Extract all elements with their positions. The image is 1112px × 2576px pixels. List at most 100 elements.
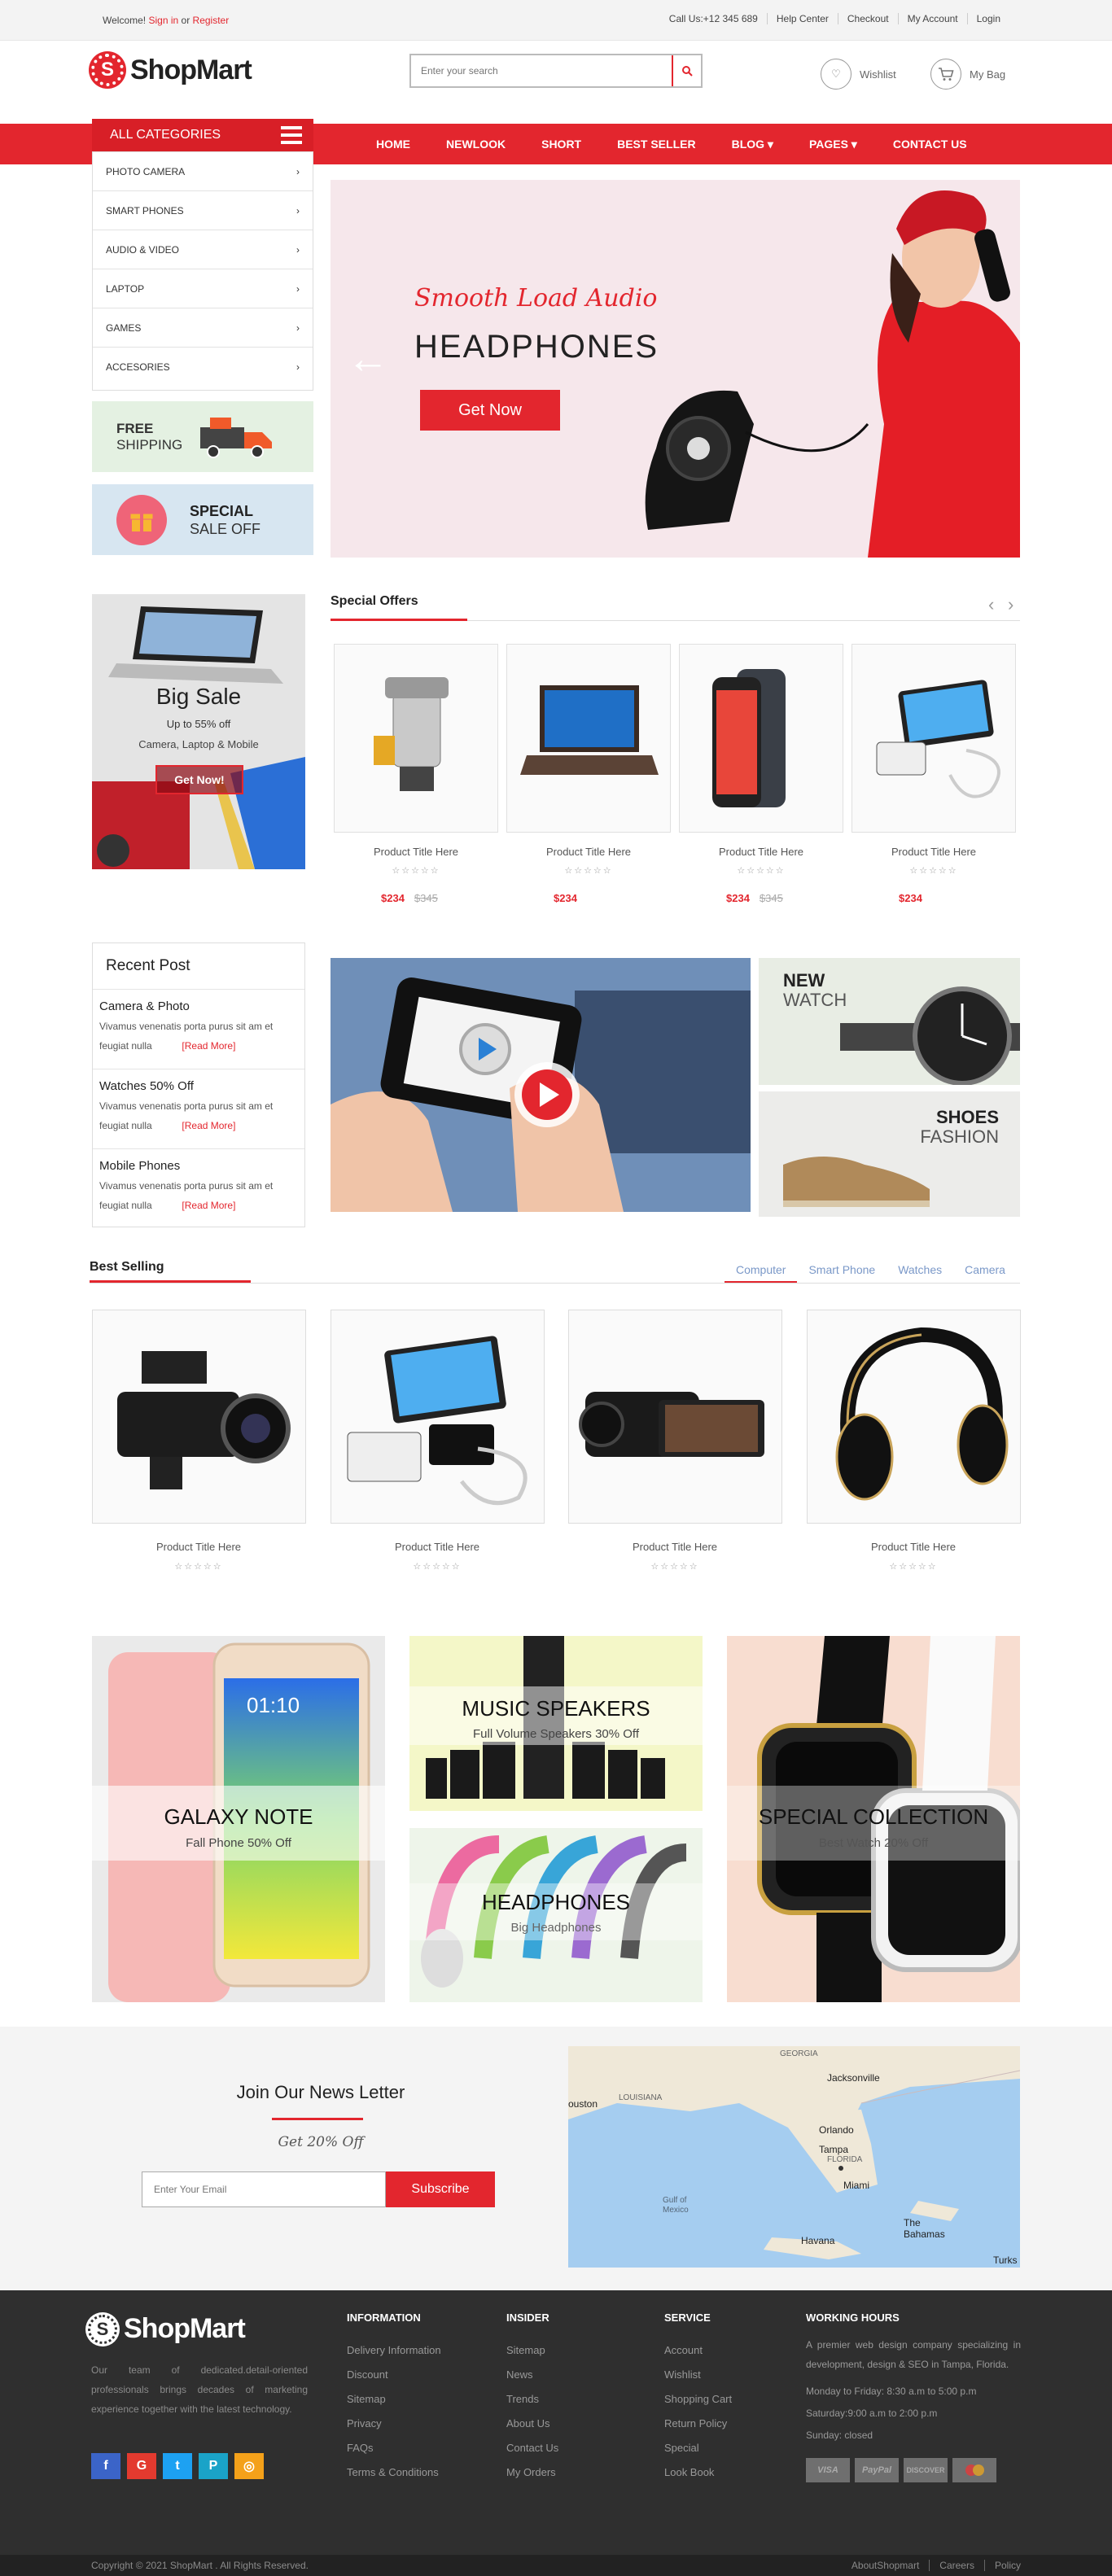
post-title[interactable]: Watches 50% Off [99, 1079, 298, 1093]
category-item[interactable]: SMART PHONES › [93, 191, 313, 230]
instagram-icon[interactable]: ◎ [234, 2453, 264, 2479]
big-sale-banner[interactable]: Big Sale Up to 55% off Camera, Laptop & … [92, 594, 305, 869]
bag-link[interactable]: My Bag [930, 59, 1005, 90]
recent-post-item[interactable]: Mobile Phones Vivamus venenatis porta pu… [93, 1148, 304, 1228]
product-card[interactable] [334, 644, 498, 833]
footer-link[interactable]: FAQs [347, 2436, 441, 2460]
product-card[interactable] [506, 644, 671, 833]
category-item[interactable]: ACCESORIES › [93, 348, 313, 387]
arrow-left-icon[interactable]: ← [347, 335, 389, 383]
footer-link[interactable]: My Orders [506, 2460, 558, 2485]
footer-link[interactable]: Account [664, 2338, 732, 2363]
recent-post-item[interactable]: Camera & Photo Vivamus venenatis porta p… [93, 989, 304, 1069]
chevron-right-icon[interactable]: › [1008, 594, 1013, 615]
product-title[interactable]: Product Title Here [355, 1541, 519, 1553]
hero-cta-button[interactable]: Get Now [420, 390, 560, 431]
about-link[interactable]: AboutShopmart [842, 2560, 929, 2571]
help-center-link[interactable]: Help Center [766, 13, 838, 24]
big-sale-cta[interactable]: Get Now! [155, 765, 243, 794]
twitter-icon[interactable]: t [163, 2453, 192, 2479]
post-title[interactable]: Mobile Phones [99, 1159, 298, 1173]
music-speakers-banner[interactable]: MUSIC SPEAKERS Full Volume Speakers 30% … [409, 1636, 703, 1811]
galaxy-note-banner[interactable]: 01:10 GALAXY NOTE Fall Phone 50% Off [92, 1636, 385, 2002]
read-more-link[interactable]: [Read More] [182, 1120, 235, 1131]
my-account-link[interactable]: My Account [897, 13, 967, 24]
recent-post-item[interactable]: Watches 50% Off Vivamus venenatis porta … [93, 1069, 304, 1148]
nav-contact-us[interactable]: CONTACT US [875, 138, 985, 151]
video-banner[interactable] [331, 958, 751, 1212]
footer-link[interactable]: Special [664, 2436, 732, 2460]
footer-link[interactable]: About Us [506, 2412, 558, 2436]
search-input[interactable] [411, 55, 672, 86]
product-card[interactable] [568, 1310, 782, 1524]
post-title[interactable]: Camera & Photo [99, 999, 298, 1013]
pinterest-icon[interactable]: P [199, 2453, 228, 2479]
category-item[interactable]: AUDIO & VIDEO › [93, 230, 313, 269]
login-link[interactable]: Login [966, 13, 1009, 24]
footer-link[interactable]: Sitemap [506, 2338, 558, 2363]
shoes-banner[interactable]: SHOES FASHION [759, 1091, 1020, 1217]
nav-pages[interactable]: PAGES ▾ [791, 138, 875, 151]
nav-home[interactable]: HOME [358, 138, 428, 151]
footer-link[interactable]: Terms & Conditions [347, 2460, 441, 2485]
footer-link[interactable]: Contact Us [506, 2436, 558, 2460]
footer-link[interactable]: Privacy [347, 2412, 441, 2436]
nav-blog[interactable]: BLOG ▾ [714, 138, 791, 151]
special-sale-promo[interactable]: SPECIAL SALE OFF [92, 484, 313, 555]
sign-in-link[interactable]: Sign in [148, 15, 178, 26]
nav-best-seller[interactable]: BEST SELLER [599, 138, 713, 151]
category-item[interactable]: LAPTOP › [93, 269, 313, 308]
subscribe-button[interactable]: Subscribe [386, 2171, 495, 2207]
footer-link[interactable]: Shopping Cart [664, 2387, 732, 2412]
all-categories-toggle[interactable]: ALL CATEGORIES [92, 119, 313, 151]
tab-smart-phone[interactable]: Smart Phone [797, 1263, 887, 1283]
category-item[interactable]: GAMES › [93, 308, 313, 348]
footer-logo[interactable]: S ShopMart [88, 2313, 246, 2345]
footer-link[interactable]: Wishlist [664, 2363, 732, 2387]
careers-link[interactable]: Careers [929, 2560, 984, 2571]
wishlist-link[interactable]: ♡ Wishlist [821, 59, 896, 90]
footer-link[interactable]: Trends [506, 2387, 558, 2412]
product-card[interactable] [807, 1310, 1021, 1524]
footer-link[interactable]: Return Policy [664, 2412, 732, 2436]
read-more-link[interactable]: [Read More] [182, 1040, 235, 1052]
logo[interactable]: S ShopMart [91, 54, 252, 86]
tab-computer[interactable]: Computer [725, 1263, 798, 1283]
footer-link[interactable]: Delivery Information [347, 2338, 441, 2363]
facebook-icon[interactable]: f [91, 2453, 120, 2479]
product-card[interactable] [852, 644, 1016, 833]
footer-link[interactable]: Discount [347, 2363, 441, 2387]
search-button[interactable] [672, 55, 701, 86]
tab-watches[interactable]: Watches [887, 1263, 953, 1283]
tab-camera[interactable]: Camera [953, 1263, 1017, 1283]
read-more-link[interactable]: [Read More] [182, 1200, 235, 1211]
google-icon[interactable]: G [127, 2453, 156, 2479]
product-card[interactable] [679, 644, 843, 833]
nav-newlook[interactable]: NEWLOOK [428, 138, 523, 151]
policy-link[interactable]: Policy [983, 2560, 1021, 2571]
product-card[interactable] [331, 1310, 545, 1524]
footer-link[interactable]: Sitemap [347, 2387, 441, 2412]
headphones-banner[interactable]: HEADPHONES Big Headphones [409, 1828, 703, 2002]
location-map[interactable]: GEORGIA Jacksonville ouston LOUISIANA Or… [568, 2046, 1020, 2268]
product-title[interactable]: Product Title Here [334, 846, 498, 858]
free-shipping-promo[interactable]: FREE SHIPPING [92, 401, 313, 472]
play-icon[interactable] [514, 1062, 580, 1127]
product-card[interactable] [92, 1310, 306, 1524]
footer-link[interactable]: Look Book [664, 2460, 732, 2485]
product-title[interactable]: Product Title Here [831, 1541, 996, 1553]
product-title[interactable]: Product Title Here [852, 846, 1016, 858]
nav-short[interactable]: SHORT [523, 138, 599, 151]
category-item[interactable]: PHOTO CAMERA › [93, 152, 313, 191]
product-title[interactable]: Product Title Here [679, 846, 843, 858]
new-watch-banner[interactable]: NEW WATCH [759, 958, 1020, 1085]
footer-link[interactable]: News [506, 2363, 558, 2387]
newsletter-email-input[interactable] [142, 2171, 386, 2207]
register-link[interactable]: Register [193, 15, 230, 26]
checkout-link[interactable]: Checkout [837, 13, 898, 24]
chevron-left-icon[interactable]: ‹ [988, 594, 994, 615]
special-collection-banner[interactable]: SPECIAL COLLECTION Best Watch 20% Off [727, 1636, 1020, 2002]
product-title[interactable]: Product Title Here [506, 846, 671, 858]
product-title[interactable]: Product Title Here [593, 1541, 757, 1553]
product-title[interactable]: Product Title Here [116, 1541, 281, 1553]
